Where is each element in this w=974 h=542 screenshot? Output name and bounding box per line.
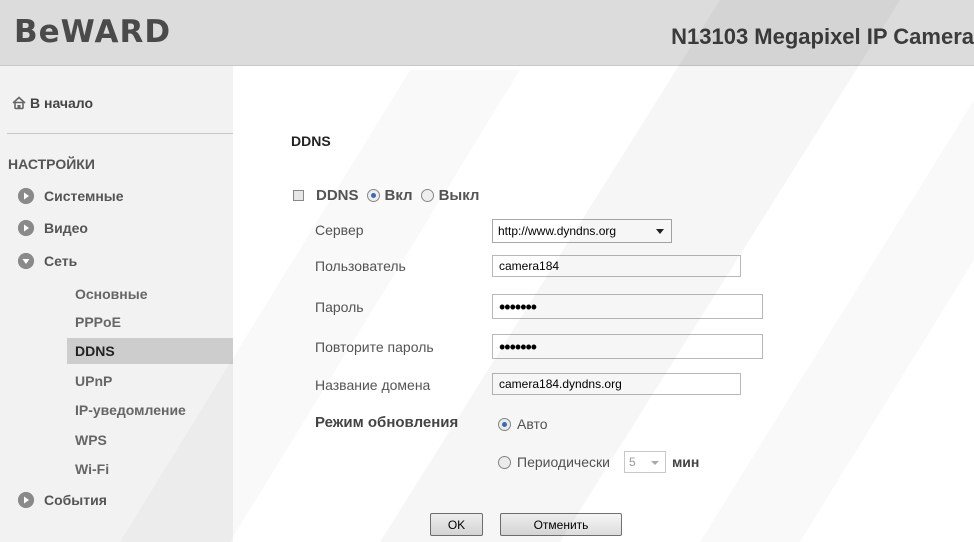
settings-section-title: НАСТРОЙКИ [8,156,95,172]
ddns-off-label: Выкл [438,187,480,204]
sidebar-subitem-basic[interactable]: Основные [75,286,148,302]
password-label: Пароль [315,299,364,315]
sidebar-item-label: Сеть [44,253,78,269]
password-repeat-input[interactable]: ••••••• [492,334,763,359]
chevron-down-icon [650,461,659,465]
server-select-value: http://www.dyndns.org [498,224,617,238]
ddns-label: DDNS [316,187,359,204]
sidebar-subitem-wifi[interactable]: Wi-Fi [75,461,109,477]
ddns-toggle-row: DDNS Вкл Выкл [293,187,479,204]
password-repeat-mask: ••••••• [499,336,537,357]
update-mode-auto-label: Авто [517,416,548,432]
sidebar-divider [7,133,233,134]
password-mask: ••••••• [499,296,537,317]
sidebar-item-events[interactable]: События [18,492,107,508]
arrow-down-icon [18,253,34,269]
update-mode-auto-radio[interactable] [498,417,511,431]
sidebar-item-label: Видео [44,220,88,236]
product-title: N13103 Megapixel IP Camera [671,24,974,49]
ddns-on-radio[interactable] [366,189,380,202]
update-mode-periodic-label: Периодически [517,454,610,470]
user-label: Пользователь [315,258,406,274]
sidebar-subitem-ddns[interactable]: DDNS [75,343,115,359]
sidebar-subitem-upnp[interactable]: UPnP [75,373,112,389]
page-title: DDNS [291,133,331,149]
update-mode-auto-option: Авто [498,416,548,432]
password-repeat-label: Повторите пароль [315,339,434,355]
server-label: Сервер [315,222,364,238]
header-bar: BeWARD N13103 Megapixel IP Camera [0,0,974,66]
domain-label: Название домена [315,377,431,393]
chevron-down-icon [656,229,664,234]
arrow-right-icon [18,220,34,236]
cancel-button[interactable]: Отменить [500,513,622,536]
sidebar-subitem-wps[interactable]: WPS [75,432,107,448]
sidebar-subitem-pppoe[interactable]: PPPoE [75,314,121,330]
update-mode-label: Режим обновления [315,414,459,431]
interval-unit: мин [671,454,700,470]
sidebar-item-label: События [44,492,107,508]
brand-logo: BeWARD [14,14,172,50]
interval-value: 5 [628,455,636,469]
ddns-section-checkbox[interactable] [293,190,304,201]
arrow-right-icon [18,188,34,204]
ddns-on-label: Вкл [384,187,413,204]
domain-input[interactable]: camera184.dyndns.org [492,373,741,395]
server-select[interactable]: http://www.dyndns.org [492,219,672,243]
update-mode-periodic-radio[interactable] [498,455,511,469]
sidebar: В начало НАСТРОЙКИ Системные Видео Сеть … [0,66,233,542]
sidebar-item-label: Системные [44,188,124,204]
home-link[interactable]: В начало [12,95,93,111]
sidebar-subitem-ip-notification[interactable]: IP-уведомление [75,402,186,418]
arrow-right-icon [18,492,34,508]
ddns-off-radio[interactable] [420,189,434,202]
update-mode-periodic-option: Периодически 5 мин [498,451,699,473]
sidebar-item-video[interactable]: Видео [18,220,88,236]
home-link-label: В начало [30,95,94,111]
sidebar-item-network[interactable]: Сеть [18,253,77,269]
user-input[interactable]: camera184 [492,255,741,277]
ok-button[interactable]: OK [430,513,483,536]
sidebar-item-system[interactable]: Системные [18,188,124,204]
home-icon [12,96,26,110]
interval-select[interactable]: 5 [623,451,666,473]
password-input[interactable]: ••••••• [492,294,763,319]
